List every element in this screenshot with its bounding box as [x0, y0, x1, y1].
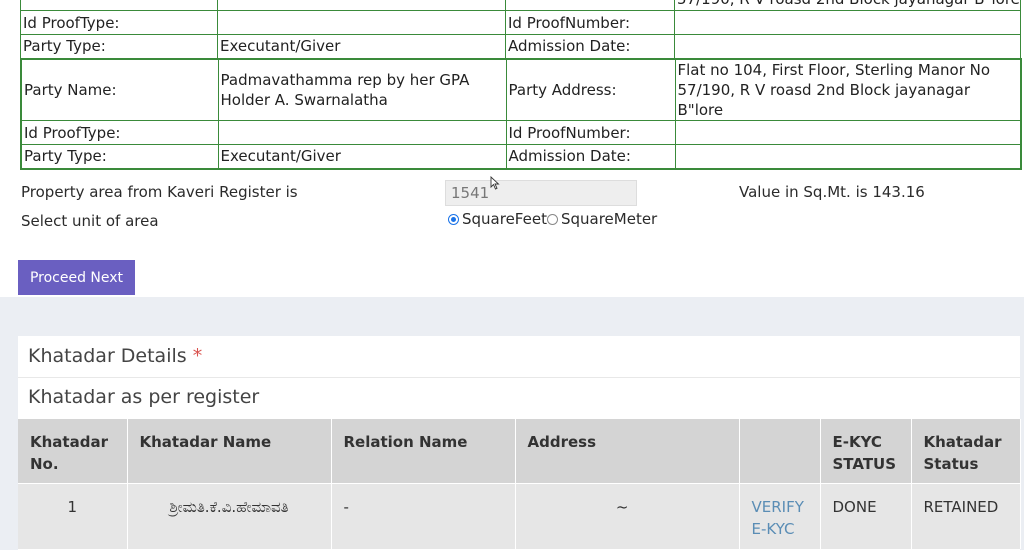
mouse-cursor-icon [490, 176, 500, 190]
admission-date-label: Admission Date: [505, 144, 676, 169]
khatadar-register-subtitle: Khatadar as per register [28, 386, 260, 408]
table-row: Party Type: Executant/Giver Admission Da… [20, 144, 1022, 169]
table-row: Id ProofType: Id ProofNumber: [20, 10, 1021, 35]
property-area-label: Property area from Kaveri Register is [21, 183, 298, 201]
id-proof-number-value [674, 120, 1022, 145]
party-type-value: Executant/Giver [217, 144, 507, 169]
id-proof-type-value [217, 10, 506, 35]
squarefeet-label: SquareFeet [462, 210, 547, 228]
khatadar-details-panel: Khatadar Details * Khatadar as per regis… [18, 336, 1021, 550]
party-address-value: 57/190, R V roasd 2nd Block jayanagar B"… [674, 0, 1021, 11]
required-marker: * [192, 345, 203, 367]
proceed-next-button[interactable]: Proceed Next [18, 260, 135, 295]
col-header-relation-name: Relation Name [331, 419, 516, 483]
id-proof-number-value [674, 10, 1021, 35]
verify-ekyc-link[interactable]: VERIFY E-KYC [752, 498, 804, 538]
khatadar-details-title-text: Khatadar Details [28, 345, 187, 367]
table-row: 57/190, R V roasd 2nd Block jayanagar B"… [20, 0, 1021, 11]
id-proof-type-label: Id ProofType: [20, 120, 219, 145]
property-area-input[interactable] [445, 180, 637, 206]
id-proof-type-label: Id ProofType: [20, 10, 218, 35]
id-proof-type-value [217, 120, 507, 145]
party-name-value: Padmavathamma rep by her GPA Holder A. S… [217, 58, 507, 121]
col-header-khatadar-status: Khatadar Status [911, 419, 1021, 483]
khatadar-table: Khatadar No. Khatadar Name Relation Name… [18, 419, 1021, 549]
table-row: Party Type: Executant/Giver Admission Da… [20, 34, 1021, 59]
squarefeet-radio[interactable] [448, 213, 459, 225]
khatadar-name-cell: ಶ್ರೀಮತಿ.ಕೆ.ವಿ.ಹೇಮಾವತಿ [127, 482, 332, 549]
party-type-value: Executant/Giver [217, 34, 506, 59]
col-header-address: Address [515, 419, 740, 483]
relation-name-cell: - [331, 482, 516, 549]
squaremeter-radio[interactable] [546, 213, 558, 225]
sqmt-value-text: Value in Sq.Mt. is 143.16 [739, 183, 925, 201]
id-proof-number-label: Id ProofNumber: [505, 10, 675, 35]
admission-date-label: Admission Date: [505, 34, 675, 59]
unit-of-area-label: Select unit of area [21, 212, 159, 230]
party-address-value: Flat no 104, First Floor, Sterling Manor… [674, 58, 1022, 121]
khatadar-no-cell: 1 [18, 482, 128, 549]
khatadar-status-cell: RETAINED [911, 482, 1021, 549]
col-header-action [739, 419, 821, 483]
party-table-2: Party Name: Padmavathamma rep by her GPA… [20, 58, 1022, 170]
party-address-label: Party Address: [505, 58, 676, 121]
table-row: Id ProofType: Id ProofNumber: [20, 120, 1022, 145]
admission-date-value [674, 34, 1021, 59]
party-name-label: Party Name: [20, 58, 219, 121]
squaremeter-label: SquareMeter [560, 210, 658, 228]
ekyc-status-cell: DONE [820, 482, 912, 549]
col-header-khatadar-name: Khatadar Name [127, 419, 332, 483]
party-type-label: Party Type: [20, 144, 219, 169]
action-cell: VERIFY E-KYC [739, 482, 821, 549]
table-row: Party Name: Padmavathamma rep by her GPA… [20, 58, 1022, 121]
admission-date-value [674, 144, 1022, 169]
party-details-panel: 57/190, R V roasd 2nd Block jayanagar B"… [0, 0, 1024, 297]
unit-radio-group: SquareFeet SquareMeter [448, 210, 657, 228]
col-header-ekyc-status: E-KYC STATUS [820, 419, 912, 483]
id-proof-number-label: Id ProofNumber: [505, 120, 676, 145]
party-type-label: Party Type: [20, 34, 218, 59]
address-cell: ~ [515, 482, 740, 549]
party-table-1: 57/190, R V roasd 2nd Block jayanagar B"… [20, 0, 1021, 60]
divider [18, 377, 1020, 378]
table-row: 1 ಶ್ರೀಮತಿ.ಕೆ.ವಿ.ಹೇಮಾವತಿ - ~ VERIFY E-KYC… [18, 482, 1021, 549]
table-header-row: Khatadar No. Khatadar Name Relation Name… [18, 419, 1021, 483]
khatadar-details-title: Khatadar Details * [28, 345, 202, 367]
col-header-khatadar-no: Khatadar No. [18, 419, 128, 483]
